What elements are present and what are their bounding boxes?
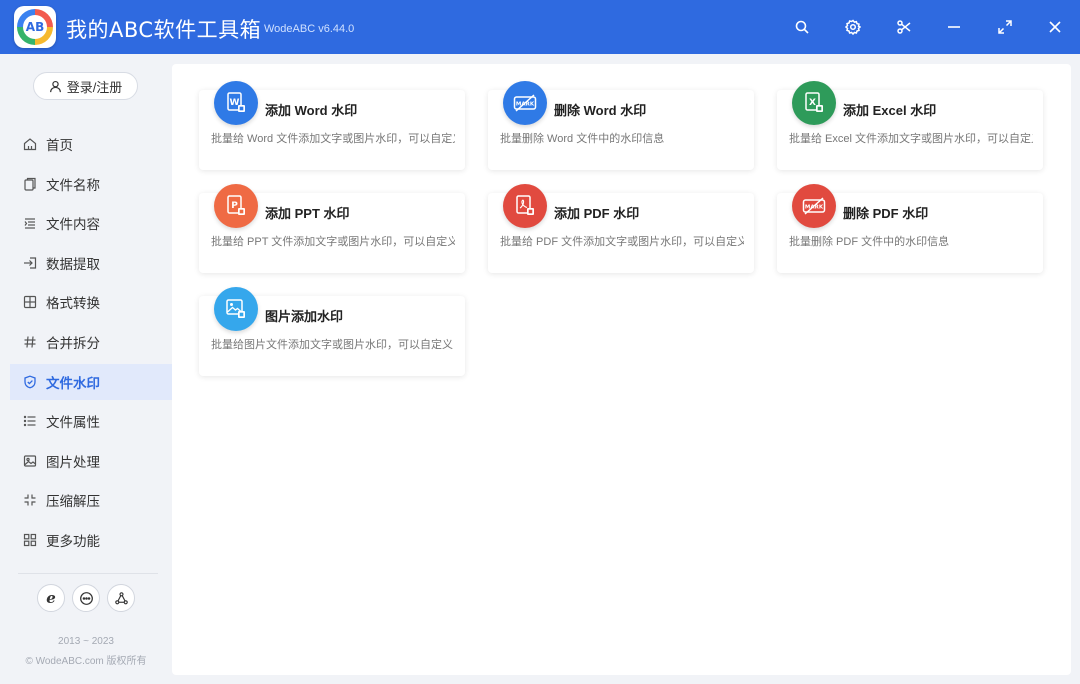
card-title: 添加 PPT 水印 — [265, 206, 350, 221]
word-icon: W — [214, 81, 258, 125]
sidebar: 登录/注册 首页 文件名称 文件内容 数据提取 格式转换 合并拆分 文件水印 文… — [0, 54, 172, 684]
sidebar-item-label: 图片处理 — [46, 454, 100, 470]
card-remove-pdf-watermark[interactable]: MARK 删除 PDF 水印 批量删除 PDF 文件中的水印信息 — [777, 184, 1043, 273]
shield-icon — [23, 375, 37, 389]
svg-text:P: P — [231, 201, 238, 211]
card-title: 添加 PDF 水印 — [554, 206, 640, 221]
svg-text:X: X — [809, 98, 816, 108]
title-bar: AB 我的ABC软件工具箱 WodeABC v6.44.0 — [0, 0, 1080, 54]
ppt-icon: P — [214, 184, 258, 228]
home-icon — [23, 137, 37, 151]
card-desc: 批量给 Excel 文件添加文字或图片水印，可以自定义 — [789, 133, 1033, 145]
sidebar-item-label: 合并拆分 — [46, 335, 100, 351]
card-desc: 批量删除 Word 文件中的水印信息 — [500, 133, 665, 145]
sidebar-item-file-name[interactable]: 文件名称 — [10, 166, 172, 202]
close-icon[interactable] — [1043, 15, 1067, 39]
sidebar-item-label: 文件属性 — [46, 415, 100, 431]
image-icon — [23, 454, 37, 468]
logo-ring: AB — [17, 9, 53, 45]
sidebar-item-label: 文件内容 — [46, 217, 100, 233]
card-image-watermark[interactable]: 图片添加水印 批量给图片文件添加文字或图片水印，可以自定义 — [199, 287, 465, 376]
card-remove-word-watermark[interactable]: MARK 删除 Word 水印 批量删除 Word 文件中的水印信息 — [488, 81, 754, 170]
search-icon[interactable] — [790, 15, 814, 39]
sidebar-item-label: 更多功能 — [46, 533, 100, 549]
card-title: 删除 PDF 水印 — [843, 206, 929, 221]
compress-icon — [23, 493, 37, 507]
maximize-icon[interactable] — [993, 15, 1017, 39]
card-desc: 批量给 PPT 文件添加文字或图片水印，可以自定义 — [211, 236, 455, 248]
app-title: 我的ABC软件工具箱 — [66, 18, 262, 42]
scissors-icon[interactable] — [892, 15, 916, 39]
sidebar-item-more[interactable]: 更多功能 — [10, 522, 172, 558]
share-icon[interactable] — [107, 584, 135, 612]
card-title: 添加 Excel 水印 — [843, 103, 937, 118]
card-add-word-watermark[interactable]: W 添加 Word 水印 批量给 Word 文件添加文字或图片水印，可以自定义 — [199, 81, 465, 170]
sidebar-item-label: 文件水印 — [46, 375, 100, 391]
app-version: WodeABC v6.44.0 — [264, 23, 355, 35]
logo-text: AB — [23, 15, 47, 39]
main-panel: W 添加 Word 水印 批量给 Word 文件添加文字或图片水印，可以自定义 … — [172, 64, 1071, 675]
sidebar-item-label: 首页 — [46, 138, 73, 153]
excel-icon: X — [792, 81, 836, 125]
sidebar-item-format-convert[interactable]: 格式转换 — [10, 284, 172, 320]
file-icon — [23, 177, 37, 191]
sidebar-item-image-processing[interactable]: 图片处理 — [10, 443, 172, 479]
sidebar-item-label: 压缩解压 — [46, 494, 100, 510]
app-logo: AB — [14, 6, 56, 48]
convert-icon — [23, 295, 37, 309]
sidebar-item-data-extract[interactable]: 数据提取 — [10, 245, 172, 281]
ie-icon[interactable]: e — [37, 584, 65, 612]
list-icon — [23, 414, 37, 428]
hash-icon — [23, 335, 37, 349]
card-title: 图片添加水印 — [265, 309, 344, 324]
sidebar-item-merge-split[interactable]: 合并拆分 — [10, 324, 172, 360]
gear-icon[interactable] — [841, 15, 865, 39]
minimize-icon[interactable] — [942, 15, 966, 39]
login-label: 登录/注册 — [66, 79, 123, 95]
chat-icon[interactable] — [72, 584, 100, 612]
sidebar-item-label: 数据提取 — [46, 256, 100, 272]
card-desc: 批量删除 PDF 文件中的水印信息 — [789, 236, 950, 248]
sidebar-item-file-watermark[interactable]: 文件水印 — [10, 363, 172, 400]
user-icon — [49, 80, 61, 92]
content-icon — [23, 216, 37, 230]
pdf-icon — [503, 184, 547, 228]
grid-icon — [23, 533, 37, 547]
sidebar-item-compress[interactable]: 压缩解压 — [10, 482, 172, 518]
sidebar-item-home[interactable]: 首页 — [10, 126, 172, 162]
card-title: 添加 Word 水印 — [265, 103, 358, 118]
sidebar-item-file-properties[interactable]: 文件属性 — [10, 403, 172, 439]
sidebar-item-label: 格式转换 — [46, 296, 100, 312]
login-button[interactable]: 登录/注册 — [33, 72, 138, 100]
card-add-excel-watermark[interactable]: X 添加 Excel 水印 批量给 Excel 文件添加文字或图片水印，可以自定… — [777, 81, 1043, 170]
sidebar-divider — [18, 573, 158, 574]
image-watermark-icon — [214, 287, 258, 331]
sidebar-item-file-content[interactable]: 文件内容 — [10, 205, 172, 241]
extract-icon — [23, 256, 37, 270]
card-add-ppt-watermark[interactable]: P 添加 PPT 水印 批量给 PPT 文件添加文字或图片水印，可以自定义 — [199, 184, 465, 273]
card-desc: 批量给 Word 文件添加文字或图片水印，可以自定义 — [211, 133, 455, 145]
card-add-pdf-watermark[interactable]: 添加 PDF 水印 批量给 PDF 文件添加文字或图片水印，可以自定义 — [488, 184, 754, 273]
word-mark-icon: MARK — [503, 81, 547, 125]
sidebar-nav: 首页 文件名称 文件内容 数据提取 格式转换 合并拆分 文件水印 文件属性 图片… — [0, 126, 172, 562]
card-desc: 批量给 PDF 文件添加文字或图片水印，可以自定义 — [500, 236, 744, 248]
pdf-mark-icon: MARK — [792, 184, 836, 228]
card-desc: 批量给图片文件添加文字或图片水印，可以自定义 — [211, 339, 453, 351]
copyright-text: © WodeABC.com 版权所有 — [25, 656, 147, 667]
card-title: 删除 Word 水印 — [554, 103, 647, 118]
sidebar-item-label: 文件名称 — [46, 177, 100, 193]
copyright-years: 2013 ~ 2023 — [58, 636, 114, 647]
